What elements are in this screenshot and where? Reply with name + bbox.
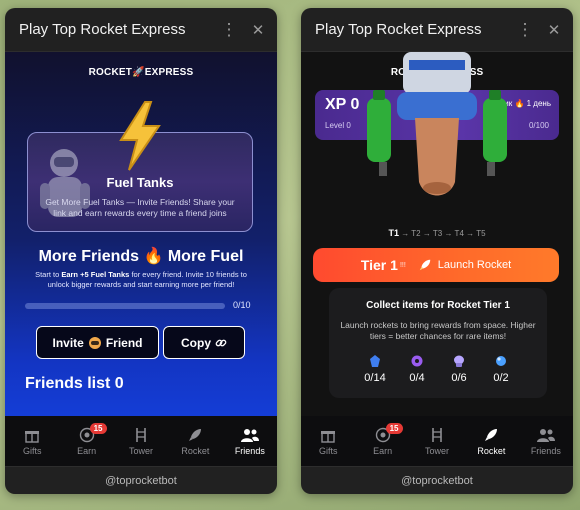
gift-icon [24, 427, 40, 443]
nav-label-gifts: Gifts [318, 445, 338, 456]
collect-item-count: 0/14 [364, 372, 386, 384]
logo-text-rocket: ROCKET [88, 67, 133, 78]
fuel-card-title: Fuel Tanks [106, 175, 174, 190]
tower-icon [134, 427, 148, 443]
fuel-card-description: Get More Fuel Tanks — Invite Friends! Sh… [45, 197, 235, 218]
alien-icon [443, 354, 475, 368]
rocket-illustration [367, 52, 507, 196]
blue-crystal-icon [359, 354, 391, 368]
nav-label-gifts: Gifts [22, 445, 42, 456]
friends-icon [536, 427, 555, 443]
bottom-nav: Gifts 15 Earn Tower Rocket Friends [5, 416, 277, 466]
nav-label-rocket: Rocket [181, 445, 210, 456]
nav-item-rocket[interactable]: Rocket [168, 416, 222, 466]
collect-item: 0/4 [401, 354, 433, 384]
nav-item-friends[interactable]: Friends [519, 416, 573, 466]
collect-item-count: 0/4 [409, 372, 425, 384]
rocket-window: Play Top Rocket Express ⋮ ✕ ROCKET EXPRE… [301, 8, 573, 494]
more-friends-description: Start to Earn +5 Fuel Tanks for every fr… [27, 270, 255, 290]
tier-rest: → T2 → T3 → T4 → T5 [401, 229, 486, 238]
collect-description: Launch rockets to bring rewards from spa… [340, 320, 536, 341]
collect-item-count: 0/2 [493, 372, 509, 384]
friends-window: Play Top Rocket Express ⋮ ✕ ROCKET🚀EXPRE… [5, 8, 277, 494]
invite-label: Invite [52, 335, 84, 350]
nav-item-earn[interactable]: 15 Earn [59, 416, 113, 466]
window-title: Play Top Rocket Express [315, 21, 482, 38]
tier-current: T1 [388, 228, 399, 238]
earn-badge: 15 [89, 423, 107, 434]
bot-handle: @toprocketbot [301, 466, 573, 494]
nav-label-tower: Tower [129, 445, 154, 456]
bottom-nav: Gifts 15 Earn Tower Rocket Friends [301, 416, 573, 466]
nav-item-rocket[interactable]: Rocket [464, 416, 518, 466]
rocket-icon [483, 427, 499, 443]
more-friends-headline: More Friends 🔥 More Fuel [38, 248, 244, 265]
nav-label-earn: Earn [373, 445, 393, 456]
rocket-logo-icon: 🚀 [132, 67, 145, 78]
launch-label: Launch Rocket [437, 259, 512, 271]
streak-badge: ик 🔥 1 день [504, 99, 551, 108]
more-options-icon[interactable]: ⋮ [515, 20, 535, 40]
close-icon[interactable]: ✕ [251, 21, 265, 39]
nav-item-friends[interactable]: Friends [223, 416, 277, 466]
collect-items-card: Collect items for Rocket Tier 1 Launch r… [329, 288, 547, 398]
launch-tier: Tier 1 [360, 257, 398, 273]
collect-items-row: 0/14 0/4 0/6 0/2 [329, 354, 547, 384]
more-options-icon[interactable]: ⋮ [219, 20, 239, 40]
logo-text-express: EXPRESS [144, 67, 194, 78]
nav-item-tower[interactable]: Tower [410, 416, 464, 466]
desc-bold: Earn +5 Fuel Tanks [61, 270, 130, 279]
collect-item: 0/2 [485, 354, 517, 384]
collect-item: 0/14 [359, 354, 391, 384]
window-titlebar: Play Top Rocket Express ⋮ ✕ [5, 8, 277, 52]
rocket-page: ROCKET EXPRESS XP 0 Level 0 ик 🔥 1 день … [301, 52, 573, 466]
xp-level: Level 0 [325, 121, 351, 130]
nav-item-gifts[interactable]: Gifts [5, 416, 59, 466]
link-icon [215, 339, 227, 346]
xp-value: XP 0 [325, 96, 360, 113]
copy-label: Copy [181, 335, 211, 350]
friends-page: ROCKET🚀EXPRESS Fuel Tanks Get More Fuel … [5, 52, 277, 466]
invite-progress-bar [25, 303, 225, 309]
nav-item-gifts[interactable]: Gifts [301, 416, 355, 466]
purple-gear-icon [401, 354, 433, 368]
launch-tier-sup: !!! [399, 261, 406, 269]
collect-title: Collect items for Rocket Tier 1 [366, 300, 510, 311]
rocket-icon [419, 259, 431, 271]
nav-label-tower: Tower [425, 445, 450, 456]
invite-friend-button[interactable]: Invite Friend [36, 326, 159, 359]
close-icon[interactable]: ✕ [547, 21, 561, 39]
lightning-bolt-icon [119, 101, 161, 171]
desc-pre: Start to [35, 270, 62, 279]
friends-list-heading: Friends list 0 [25, 375, 124, 392]
rocket-icon [187, 427, 203, 443]
bot-handle: @toprocketbot [5, 466, 277, 494]
nav-item-tower[interactable]: Tower [114, 416, 168, 466]
app-logo: ROCKET🚀EXPRESS [5, 67, 277, 78]
collect-item-count: 0/6 [451, 372, 467, 384]
launch-rocket-button[interactable]: Tier 1 !!! Launch Rocket [313, 248, 559, 282]
nav-label-earn: Earn [77, 445, 97, 456]
gift-icon [320, 427, 336, 443]
tier-progression: T1 → T2 → T3 → T4 → T5 [301, 228, 573, 238]
friends-icon [240, 427, 259, 443]
nav-label-rocket: Rocket [477, 445, 506, 456]
copy-link-button[interactable]: Copy [163, 326, 245, 359]
earn-badge: 15 [385, 423, 403, 434]
invite-label-2: Friend [105, 335, 143, 350]
nav-item-earn[interactable]: 15 Earn [355, 416, 409, 466]
blue-orb-icon [485, 354, 517, 368]
nav-label-friends: Friends [234, 445, 265, 456]
invite-progress-count: 0/10 [233, 300, 251, 310]
collect-item: 0/6 [443, 354, 475, 384]
tower-icon [430, 427, 444, 443]
xp-progress: 0/100 [528, 121, 549, 130]
window-titlebar: Play Top Rocket Express ⋮ ✕ [301, 8, 573, 52]
astronaut-helmet-icon [88, 336, 101, 349]
window-title: Play Top Rocket Express [19, 21, 186, 38]
nav-label-friends: Friends [530, 445, 561, 456]
